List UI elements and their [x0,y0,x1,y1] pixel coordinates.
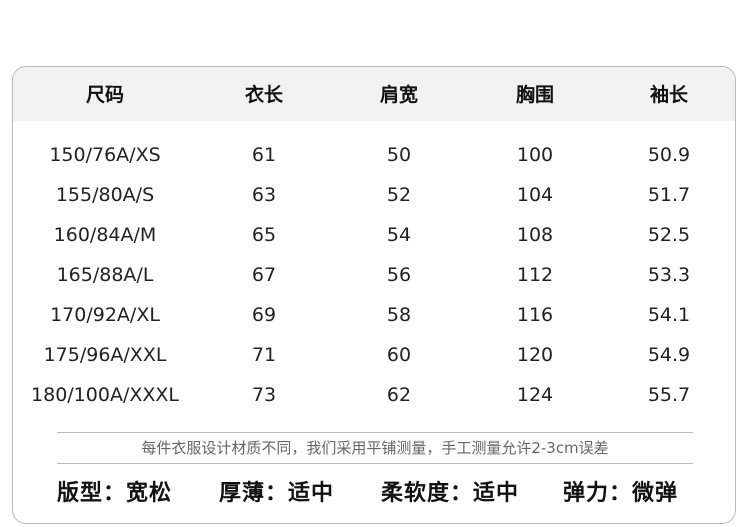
cell-shoulder: 62 [386,384,412,406]
garment-attributes: 版型：宽松 厚薄：适中 柔软度：适中 弹力：微弹 [13,478,735,512]
cell-shoulder: 52 [386,184,412,206]
size-chart-card: 尺码 衣长 肩宽 胸围 袖长 150/76A/XS 61 50 100 50.9… [12,66,736,524]
cell-size: 175/96A/XXL [43,344,167,366]
cell-length: 63 [251,184,277,206]
cell-chest: 112 [516,264,554,286]
cell-shoulder: 56 [386,264,412,286]
cell-size: 170/92A/XL [50,304,160,326]
header-sleeve: 袖长 [649,84,688,106]
cell-length: 67 [251,264,277,286]
cell-length: 61 [251,144,277,166]
cell-sleeve: 54.1 [647,304,691,326]
attribute-elasticity: 弹力：微弹 [563,481,679,506]
cell-chest: 108 [516,224,554,246]
header-chest: 胸围 [515,84,554,106]
table-row: 180/100A/XXXL 73 62 124 55.7 [13,381,735,421]
table-row: 155/80A/S 63 52 104 51.7 [13,181,735,221]
cell-chest: 104 [516,184,554,206]
note-bottom-divider [57,463,693,464]
attribute-fit: 版型：宽松 [57,481,173,506]
table-row: 175/96A/XXL 71 60 120 54.9 [13,341,735,381]
cell-sleeve: 55.7 [647,384,691,406]
cell-shoulder: 60 [386,344,412,366]
note-top-divider [57,432,693,433]
cell-sleeve: 51.7 [647,184,691,206]
cell-size: 165/88A/L [56,264,154,286]
measurement-note: 每件衣服设计材质不同，我们采用平铺测量，手工测量允许2-3cm误差 [141,439,609,457]
cell-size: 180/100A/XXXL [31,384,179,406]
cell-length: 71 [251,344,277,366]
cell-chest: 124 [516,384,554,406]
cell-sleeve: 50.9 [647,144,691,166]
cell-length: 65 [251,224,277,246]
cell-sleeve: 54.9 [647,344,691,366]
cell-length: 69 [251,304,277,326]
table-row: 170/92A/XL 69 58 116 54.1 [13,301,735,341]
size-chart-page: 尺码 衣长 肩宽 胸围 袖长 150/76A/XS 61 50 100 50.9… [0,0,750,527]
table-row: 150/76A/XS 61 50 100 50.9 [13,141,735,181]
attribute-thickness: 厚薄：适中 [219,481,335,506]
cell-chest: 120 [516,344,554,366]
cell-size: 150/76A/XS [49,144,161,166]
header-shoulder: 肩宽 [379,84,418,106]
table-header-row: 尺码 衣长 肩宽 胸围 袖长 [13,67,735,121]
attribute-softness: 柔软度：适中 [381,481,520,506]
cell-chest: 100 [516,144,554,166]
cell-size: 155/80A/S [55,184,155,206]
header-size: 尺码 [85,84,124,106]
table-row: 165/88A/L 67 56 112 53.3 [13,261,735,301]
table-row: 160/84A/M 65 54 108 52.5 [13,221,735,261]
header-length: 衣长 [244,84,283,106]
cell-chest: 116 [516,304,554,326]
cell-sleeve: 53.3 [647,264,691,286]
cell-sleeve: 52.5 [647,224,691,246]
cell-shoulder: 50 [386,144,412,166]
cell-shoulder: 54 [386,224,412,246]
cell-length: 73 [251,384,277,406]
cell-size: 160/84A/M [53,224,157,246]
cell-shoulder: 58 [386,304,412,326]
